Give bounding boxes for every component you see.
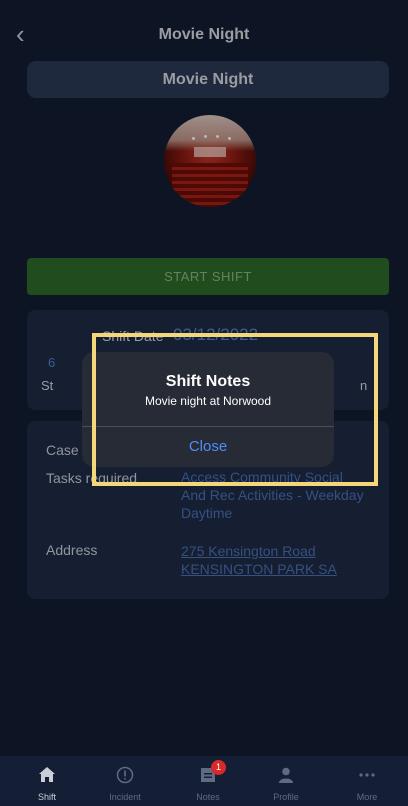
home-icon	[17, 766, 77, 784]
tab-notes[interactable]: 1 Notes	[178, 756, 238, 806]
bottom-tab-bar: Shift Incident 1 Notes Profile More	[0, 756, 408, 806]
tab-label: Shift	[37, 792, 56, 802]
notes-icon	[178, 766, 238, 784]
tab-label: Profile	[273, 792, 299, 802]
more-icon	[337, 766, 397, 784]
notes-badge: 1	[211, 760, 226, 775]
alert-icon	[95, 766, 155, 784]
annotation-highlight	[92, 333, 378, 486]
tab-incident[interactable]: Incident	[95, 756, 155, 806]
tab-more[interactable]: More	[337, 756, 397, 806]
tab-profile[interactable]: Profile	[256, 756, 316, 806]
tab-label: More	[356, 792, 378, 802]
tab-label: Incident	[109, 792, 141, 802]
person-icon	[256, 766, 316, 784]
tab-shift[interactable]: Shift	[17, 756, 77, 806]
tab-label: Notes	[196, 792, 220, 802]
